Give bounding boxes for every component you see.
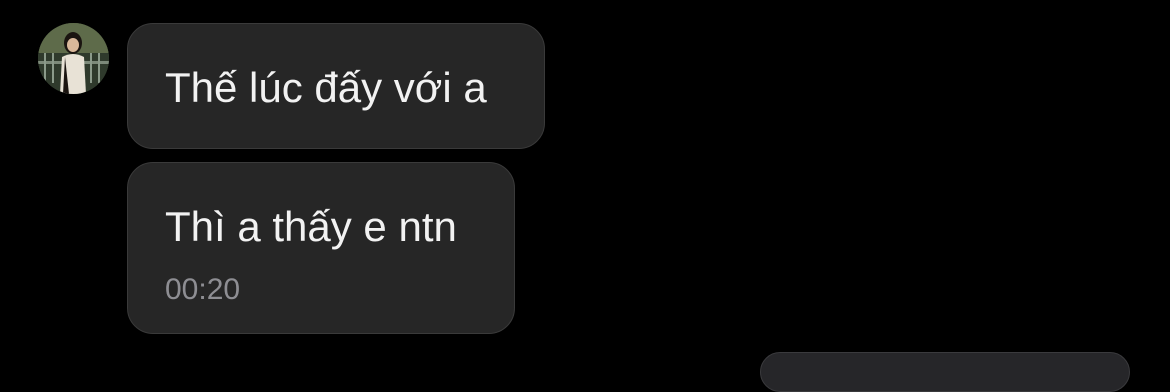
message-text: Thế lúc đấy với a <box>165 64 487 111</box>
message-text: Thì a thấy e ntn <box>165 203 457 250</box>
outgoing-message-bubble-partial[interactable] <box>760 352 1130 392</box>
message-timestamp: 00:20 <box>165 273 241 306</box>
message-bubble[interactable]: Thì a thấy e ntn 00:20 <box>127 162 515 334</box>
sender-avatar[interactable] <box>38 23 109 94</box>
avatar-photo <box>38 23 109 94</box>
message-bubble[interactable]: Thế lúc đấy với a <box>127 23 545 149</box>
